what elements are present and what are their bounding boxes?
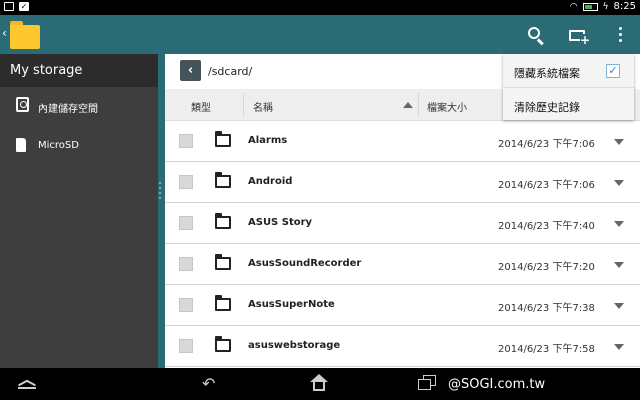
row-checkbox[interactable] [179,257,193,271]
column-header-type[interactable]: 類型 [191,99,211,114]
new-folder-icon[interactable]: + [568,25,590,46]
menu-item-clear-history[interactable]: 清除歷史記錄 [503,87,634,120]
app-bar: ‹ + [0,15,640,54]
column-header-name[interactable]: 名稱 [253,99,273,114]
menu-item-label: 隱藏系統檔案 [514,67,580,80]
notification-photo-icon [4,2,14,11]
folder-icon [215,213,231,229]
table-row[interactable]: Alarms 2014/6/23 下午7:06 [165,121,640,162]
checked-checkbox-icon[interactable]: ✓ [606,64,620,78]
file-date: 2014/6/23 下午7:20 [498,262,595,273]
folder-icon [215,172,231,188]
file-name: asuswebstorage [248,340,341,351]
file-name: Android [248,176,293,187]
expand-up-icon[interactable] [18,378,36,394]
notification-check-icon: ✓ [19,2,29,11]
search-icon[interactable] [526,25,546,45]
drag-handle-icon [159,182,161,199]
folder-icon [215,254,231,270]
sidebar-title: My storage [0,54,158,87]
row-checkbox[interactable] [179,134,193,148]
up-chevron-icon[interactable]: ‹ [2,26,7,40]
wifi-icon: ◠ [569,1,578,12]
chevron-down-icon[interactable] [614,262,624,268]
file-date: 2014/6/23 下午7:58 [498,344,595,355]
row-checkbox[interactable] [179,339,193,353]
chevron-down-icon[interactable] [614,221,624,227]
table-row[interactable]: ASUS Story 2014/6/23 下午7:40 [165,203,640,244]
column-divider [418,93,419,117]
battery-icon [582,2,598,11]
file-date: 2014/6/23 下午7:38 [498,303,595,314]
pane-splitter[interactable] [158,54,165,368]
folder-icon [215,131,231,147]
file-name: AsusSuperNote [248,299,335,310]
current-path: /sdcard/ [208,65,253,78]
chevron-down-icon[interactable] [614,303,624,309]
menu-item-label: 清除歷史記錄 [514,101,580,114]
row-checkbox[interactable] [179,216,193,230]
navigation-bar: ↶ @SOGI.com.tw [0,368,640,400]
menu-item-hide-system-files[interactable]: 隱藏系統檔案 ✓ [503,54,634,87]
chevron-down-icon[interactable] [614,344,624,350]
notification-icons: ✓ [4,2,29,11]
folder-icon [215,295,231,311]
app-bar-actions: + [526,15,630,54]
app-folder-icon[interactable] [10,21,40,49]
sort-ascending-icon[interactable] [403,102,413,108]
table-row[interactable]: AsusSoundRecorder 2014/6/23 下午7:20 [165,244,640,285]
sidebar-item-label: MicroSD [38,140,79,151]
overflow-menu-icon[interactable] [610,25,630,45]
file-name: ASUS Story [248,217,313,228]
file-date: 2014/6/23 下午7:06 [498,139,595,150]
charging-icon: ϟ [602,1,609,12]
home-icon[interactable] [309,374,329,392]
table-row[interactable]: AsusSuperNote 2014/6/23 下午7:38 [165,285,640,326]
chevron-down-icon[interactable] [614,139,624,145]
file-name: Alarms [248,135,288,146]
watermark: @SOGI.com.tw [448,377,546,392]
back-arrow-icon[interactable]: ‹ [180,60,201,81]
table-row[interactable]: Android 2014/6/23 下午7:06 [165,162,640,203]
row-checkbox[interactable] [179,298,193,312]
internal-storage-icon [16,97,29,112]
sidebar-item-microsd[interactable]: MicroSD [0,127,158,167]
sd-card-icon [16,138,26,152]
sidebar-item-label: 內建儲存空間 [38,104,98,115]
file-name: AsusSoundRecorder [248,258,362,269]
file-date: 2014/6/23 下午7:06 [498,180,595,191]
row-checkbox[interactable] [179,175,193,189]
file-list: Alarms 2014/6/23 下午7:06 Android 2014/6/2… [165,121,640,367]
status-time: 8:25 [613,1,636,12]
column-header-size[interactable]: 檔案大小 [427,99,467,114]
status-bar: ✓ ◠ ϟ 8:25 [0,0,640,15]
file-date: 2014/6/23 下午7:40 [498,221,595,232]
system-icons: ◠ ϟ 8:25 [570,1,636,12]
overflow-menu: 隱藏系統檔案 ✓ 清除歷史記錄 [503,54,634,120]
recent-apps-icon[interactable] [418,375,438,391]
back-icon[interactable]: ↶ [202,374,215,393]
table-row[interactable]: asuswebstorage 2014/6/23 下午7:58 [165,326,640,367]
sidebar: My storage 內建儲存空間 MicroSD [0,54,158,368]
folder-icon [215,336,231,352]
sidebar-item-internal-storage[interactable]: 內建儲存空間 [0,87,158,127]
chevron-down-icon[interactable] [614,180,624,186]
column-divider [243,93,244,117]
screen: ✓ ◠ ϟ 8:25 ‹ + My storage 內建儲存空間 MicroSD… [0,0,640,400]
